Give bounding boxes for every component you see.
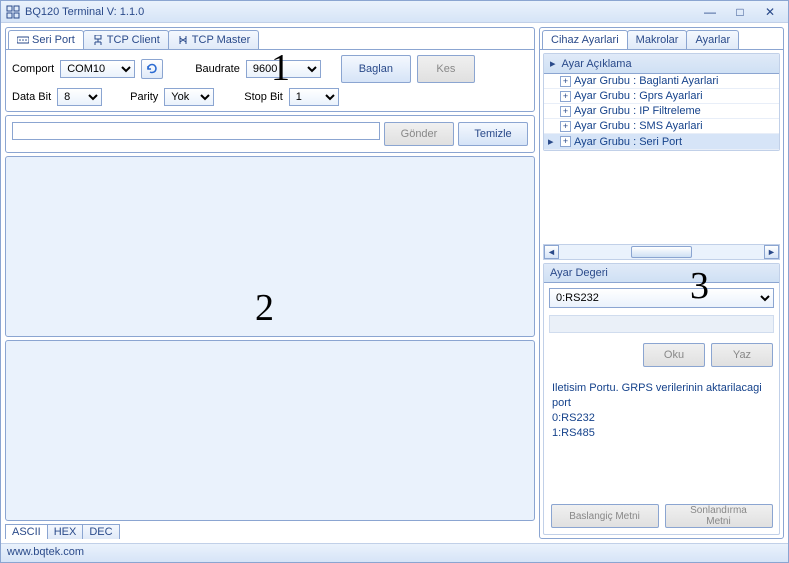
databit-label: Data Bit <box>12 91 51 103</box>
refresh-button[interactable] <box>141 59 163 79</box>
send-button[interactable]: Gönder <box>384 122 454 146</box>
format-tab-hex[interactable]: HEX <box>47 524 84 539</box>
tab-ayarlar[interactable]: Ayarlar <box>686 30 739 49</box>
write-button[interactable]: Yaz <box>711 343 773 367</box>
format-tab-ascii[interactable]: ASCII <box>5 524 48 539</box>
baudrate-select[interactable]: 9600 <box>246 60 321 78</box>
tree-item-label: Ayar Grubu : SMS Ayarlari <box>574 120 703 132</box>
scroll-right-icon[interactable]: ► <box>764 245 779 259</box>
disconnect-button[interactable]: Kes <box>417 55 475 83</box>
value-header: Ayar Degeri <box>544 264 779 283</box>
send-panel: Gönder Temizle <box>5 115 535 153</box>
settings-tree: +Ayar Grubu : Baglanti Ayarlari +Ayar Gr… <box>544 74 779 150</box>
format-tab-dec[interactable]: DEC <box>82 524 119 539</box>
minimize-button[interactable]: — <box>696 5 724 19</box>
expand-icon[interactable]: + <box>560 136 571 147</box>
tree-row[interactable]: ▸+Ayar Grubu : Seri Port <box>544 134 779 150</box>
tab-label: Seri Port <box>32 34 75 46</box>
comport-label: Comport <box>12 63 54 75</box>
tree-item-label: Ayar Grubu : IP Filtreleme <box>574 105 701 117</box>
end-text-button[interactable]: Sonlandırma Metni <box>665 504 773 528</box>
expand-icon[interactable]: + <box>560 121 571 132</box>
expand-icon[interactable]: + <box>560 91 571 102</box>
connection-panel: Seri Port TCP Client TCP Master <box>5 27 535 112</box>
read-button[interactable]: Oku <box>643 343 705 367</box>
comport-select[interactable]: COM10 <box>60 60 135 78</box>
parity-label: Parity <box>130 91 158 103</box>
tree-row[interactable]: +Ayar Grubu : Gprs Ayarlari <box>544 89 779 104</box>
send-input[interactable] <box>12 122 380 140</box>
tab-label: TCP Master <box>192 34 250 46</box>
horizontal-scrollbar[interactable]: ◄ ► <box>543 244 780 260</box>
parity-select[interactable]: Yok <box>164 88 214 106</box>
refresh-icon <box>145 62 159 76</box>
serial-icon <box>17 34 29 46</box>
tab-cihaz-ayarlari[interactable]: Cihaz Ayarlari <box>542 30 628 49</box>
start-text-button[interactable]: Baslangiç Metni <box>551 504 659 528</box>
window-title: BQ120 Terminal V: 1.1.0 <box>25 6 694 18</box>
tree-item-label: Ayar Grubu : Gprs Ayarlari <box>574 90 703 102</box>
scroll-thumb[interactable] <box>631 246 693 258</box>
stopbit-label: Stop Bit <box>244 91 283 103</box>
log-output-bottom[interactable] <box>5 340 535 521</box>
scroll-left-icon[interactable]: ◄ <box>544 245 559 259</box>
app-icon <box>5 4 21 20</box>
restore-button[interactable]: □ <box>726 5 754 19</box>
tab-label: TCP Client <box>107 34 160 46</box>
client-icon <box>92 34 104 46</box>
desc-line: Iletisim Portu. GRPS verilerinin aktaril… <box>552 381 771 411</box>
tree-row[interactable]: +Ayar Grubu : SMS Ayarlari <box>544 119 779 134</box>
desc-line: 1:RS485 <box>552 426 771 441</box>
log-output-top[interactable] <box>5 156 535 337</box>
clear-button[interactable]: Temizle <box>458 122 528 146</box>
value-display <box>549 315 774 333</box>
tree-header-label: Ayar Açıklama <box>561 58 631 70</box>
desc-line: 0:RS232 <box>552 411 771 426</box>
stopbit-select[interactable]: 1 <box>289 88 339 106</box>
value-select[interactable]: 0:RS232 <box>549 288 774 308</box>
status-bar: www.bqtek.com <box>1 543 788 562</box>
master-icon <box>177 34 189 46</box>
close-button[interactable]: ✕ <box>756 5 784 19</box>
tab-tcp-master[interactable]: TCP Master <box>168 30 259 49</box>
status-url: www.bqtek.com <box>7 546 84 558</box>
expand-icon[interactable]: + <box>560 76 571 87</box>
tree-row[interactable]: +Ayar Grubu : IP Filtreleme <box>544 104 779 119</box>
connect-button[interactable]: Baglan <box>341 55 411 83</box>
tree-row[interactable]: +Ayar Grubu : Baglanti Ayarlari <box>544 74 779 89</box>
title-bar: BQ120 Terminal V: 1.1.0 — □ ✕ <box>1 1 788 23</box>
format-tabs: ASCII HEX DEC <box>5 524 535 539</box>
tree-header: ▸ Ayar Açıklama <box>544 54 779 74</box>
databit-select[interactable]: 8 <box>57 88 102 106</box>
baudrate-label: Baudrate <box>195 63 240 75</box>
tab-seri-port[interactable]: Seri Port <box>8 30 84 49</box>
tree-item-label: Ayar Grubu : Baglanti Ayarlari <box>574 75 719 87</box>
expand-icon[interactable]: + <box>560 106 571 117</box>
tree-item-label: Ayar Grubu : Seri Port <box>574 136 682 148</box>
description-text: Iletisim Portu. GRPS verilerinin aktaril… <box>544 375 779 446</box>
tab-tcp-client[interactable]: TCP Client <box>83 30 169 49</box>
tab-makrolar[interactable]: Makrolar <box>627 30 688 49</box>
